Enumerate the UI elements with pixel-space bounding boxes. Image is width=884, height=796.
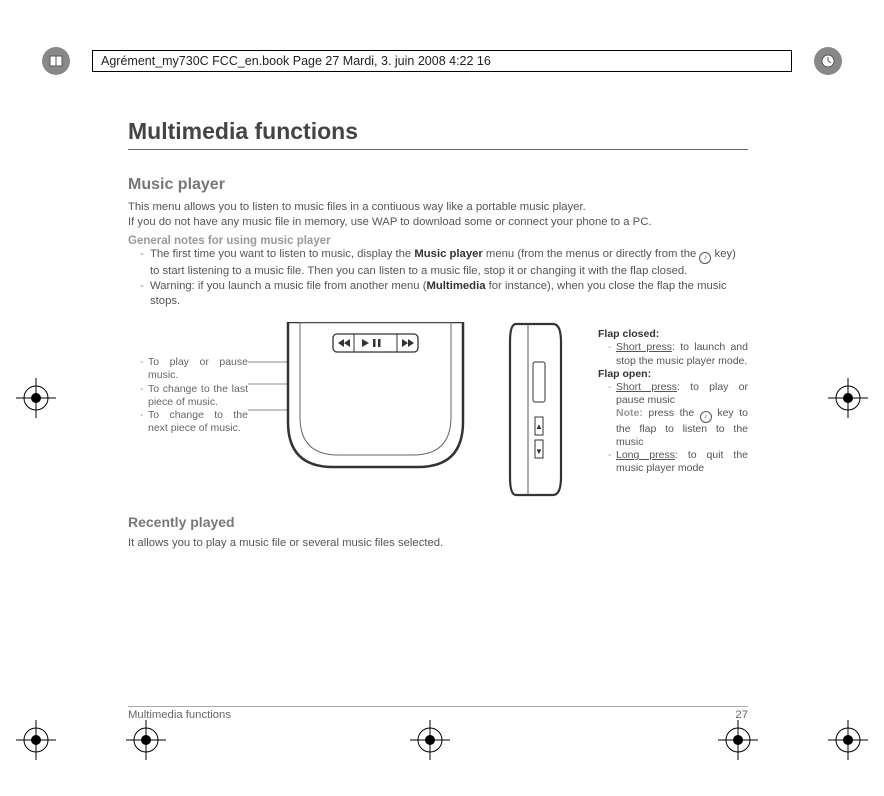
- phone-side-illustration: ▲ ▼: [508, 322, 563, 497]
- clock-icon: [814, 47, 842, 75]
- right-callouts: Flap closed: Short press: to launch and …: [598, 328, 748, 475]
- intro-line-2: If you do not have any music file in mem…: [128, 215, 748, 230]
- callout-prev: To change to the last piece of music.: [140, 383, 248, 409]
- header-text: Agrément_my730C FCC_en.book Page 27 Mard…: [92, 50, 792, 72]
- note-item-1: The first time you want to listen to mus…: [140, 247, 748, 279]
- book-icon: [42, 47, 70, 75]
- doc-header: Agrément_my730C FCC_en.book Page 27 Mard…: [42, 46, 842, 76]
- note-item-2: Warning: if you launch a music file from…: [140, 279, 748, 308]
- page-content: Multimedia functions Music player This m…: [128, 118, 748, 551]
- page-footer: Multimedia functions 27: [128, 706, 748, 721]
- regmark-icon: [16, 720, 56, 760]
- flap-open-item-1: Short press: to play or pause music Note…: [608, 381, 748, 450]
- regmark-icon: [16, 378, 56, 418]
- music-key-icon: ♪: [699, 252, 711, 264]
- phone-diagram: To play or pause music. To change to the…: [128, 322, 748, 502]
- section-recently-played: Recently played It allows you to play a …: [128, 514, 748, 551]
- footer-section-name: Multimedia functions: [128, 709, 231, 721]
- general-notes-title: General notes for using music player: [128, 235, 748, 247]
- phone-bottom-illustration: [278, 322, 473, 472]
- recently-played-body: It allows you to play a music file or se…: [128, 536, 748, 551]
- svg-text:▼: ▼: [535, 447, 543, 456]
- regmark-icon: [828, 378, 868, 418]
- svg-text:▲: ▲: [535, 422, 543, 431]
- recently-played-title: Recently played: [128, 514, 748, 530]
- regmark-icon: [828, 720, 868, 760]
- regmark-icon: [718, 720, 758, 760]
- page-title: Multimedia functions: [128, 118, 748, 150]
- flap-closed-heading: Flap closed:: [598, 328, 748, 341]
- left-callouts: To play or pause music. To change to the…: [128, 356, 248, 435]
- general-notes-list: The first time you want to listen to mus…: [128, 247, 748, 308]
- footer-page-number: 27: [735, 709, 748, 721]
- flap-open-heading: Flap open:: [598, 368, 748, 381]
- intro-line-1: This menu allows you to listen to music …: [128, 200, 748, 215]
- section-music-player-title: Music player: [128, 176, 748, 194]
- callout-next: To change to the next piece of music.: [140, 409, 248, 435]
- regmark-icon: [410, 720, 450, 760]
- flap-open-item-2: Long press: to quit the music player mod…: [608, 449, 748, 475]
- regmark-icon: [126, 720, 166, 760]
- flap-closed-item: Short press: to launch and stop the musi…: [608, 341, 748, 367]
- music-key-icon: ♪: [700, 411, 712, 423]
- header-label: Agrément_my730C FCC_en.book Page 27 Mard…: [101, 54, 491, 68]
- callout-play-pause: To play or pause music.: [140, 356, 248, 382]
